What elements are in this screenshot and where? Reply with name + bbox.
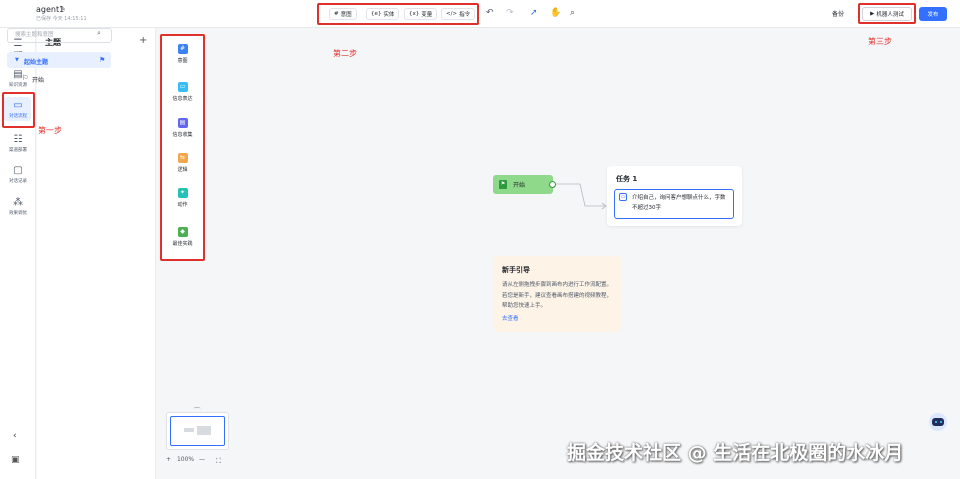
fit-view-icon[interactable]: ⛶ (216, 457, 221, 466)
task-title: 任务 1 (616, 175, 638, 183)
zoom-in-icon[interactable]: + (166, 456, 171, 463)
watermark: 掘金技术社区 @ 生活在北极圈的水冰月 (567, 442, 904, 464)
minimap-node (184, 428, 194, 432)
bot-eye (940, 421, 942, 423)
start-output-port[interactable] (549, 181, 556, 188)
start-node[interactable]: ⚑ 开始 (493, 175, 553, 194)
minimap-handle[interactable] (193, 407, 201, 410)
message-icon: ▭ (619, 193, 627, 201)
bot-eye (935, 421, 937, 423)
zoom-controls: + 100% — (166, 456, 205, 463)
zoom-level: 100% (176, 456, 195, 463)
task-text: 介绍自己，询问客户想聊点什么，字数不超过30字 (632, 195, 726, 211)
flow-connector (556, 183, 607, 210)
guide-body: 请从左侧拖拽步骤到画布内进行工作流配置。若您是新手，建议查看画布搭建的视频教程，… (502, 282, 613, 309)
flag-icon: ⚑ (499, 180, 507, 189)
guide-title: 新手引导 (502, 266, 530, 274)
guide-view-link[interactable]: 去查看 (502, 314, 519, 322)
bot-face (932, 418, 944, 426)
zoom-out-icon[interactable]: — (199, 456, 205, 463)
minimap-node (197, 426, 211, 435)
